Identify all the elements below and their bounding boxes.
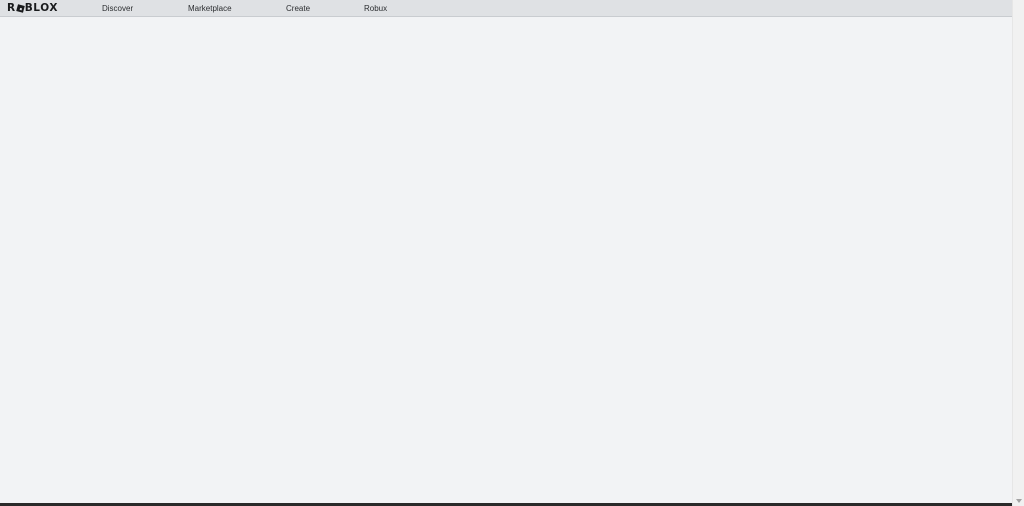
- main-content-area: [0, 17, 1012, 503]
- top-navigation-bar: R BLOX Discover Marketplace Create Robux: [0, 0, 1012, 17]
- nav-create-link[interactable]: Create: [286, 4, 310, 14]
- vertical-scrollbar[interactable]: [1012, 0, 1024, 506]
- logo-text-left: R: [7, 2, 16, 14]
- browser-viewport: R BLOX Discover Marketplace Create Robux: [0, 0, 1024, 506]
- nav-discover-link[interactable]: Discover: [102, 4, 133, 14]
- roblox-logo[interactable]: R BLOX: [7, 3, 58, 14]
- scroll-down-arrow-icon[interactable]: [1016, 499, 1022, 503]
- roblox-logo-mark-icon: [15, 4, 25, 13]
- logo-text-right: BLOX: [24, 2, 59, 14]
- nav-marketplace-link[interactable]: Marketplace: [188, 4, 232, 14]
- nav-robux-link[interactable]: Robux: [364, 4, 387, 14]
